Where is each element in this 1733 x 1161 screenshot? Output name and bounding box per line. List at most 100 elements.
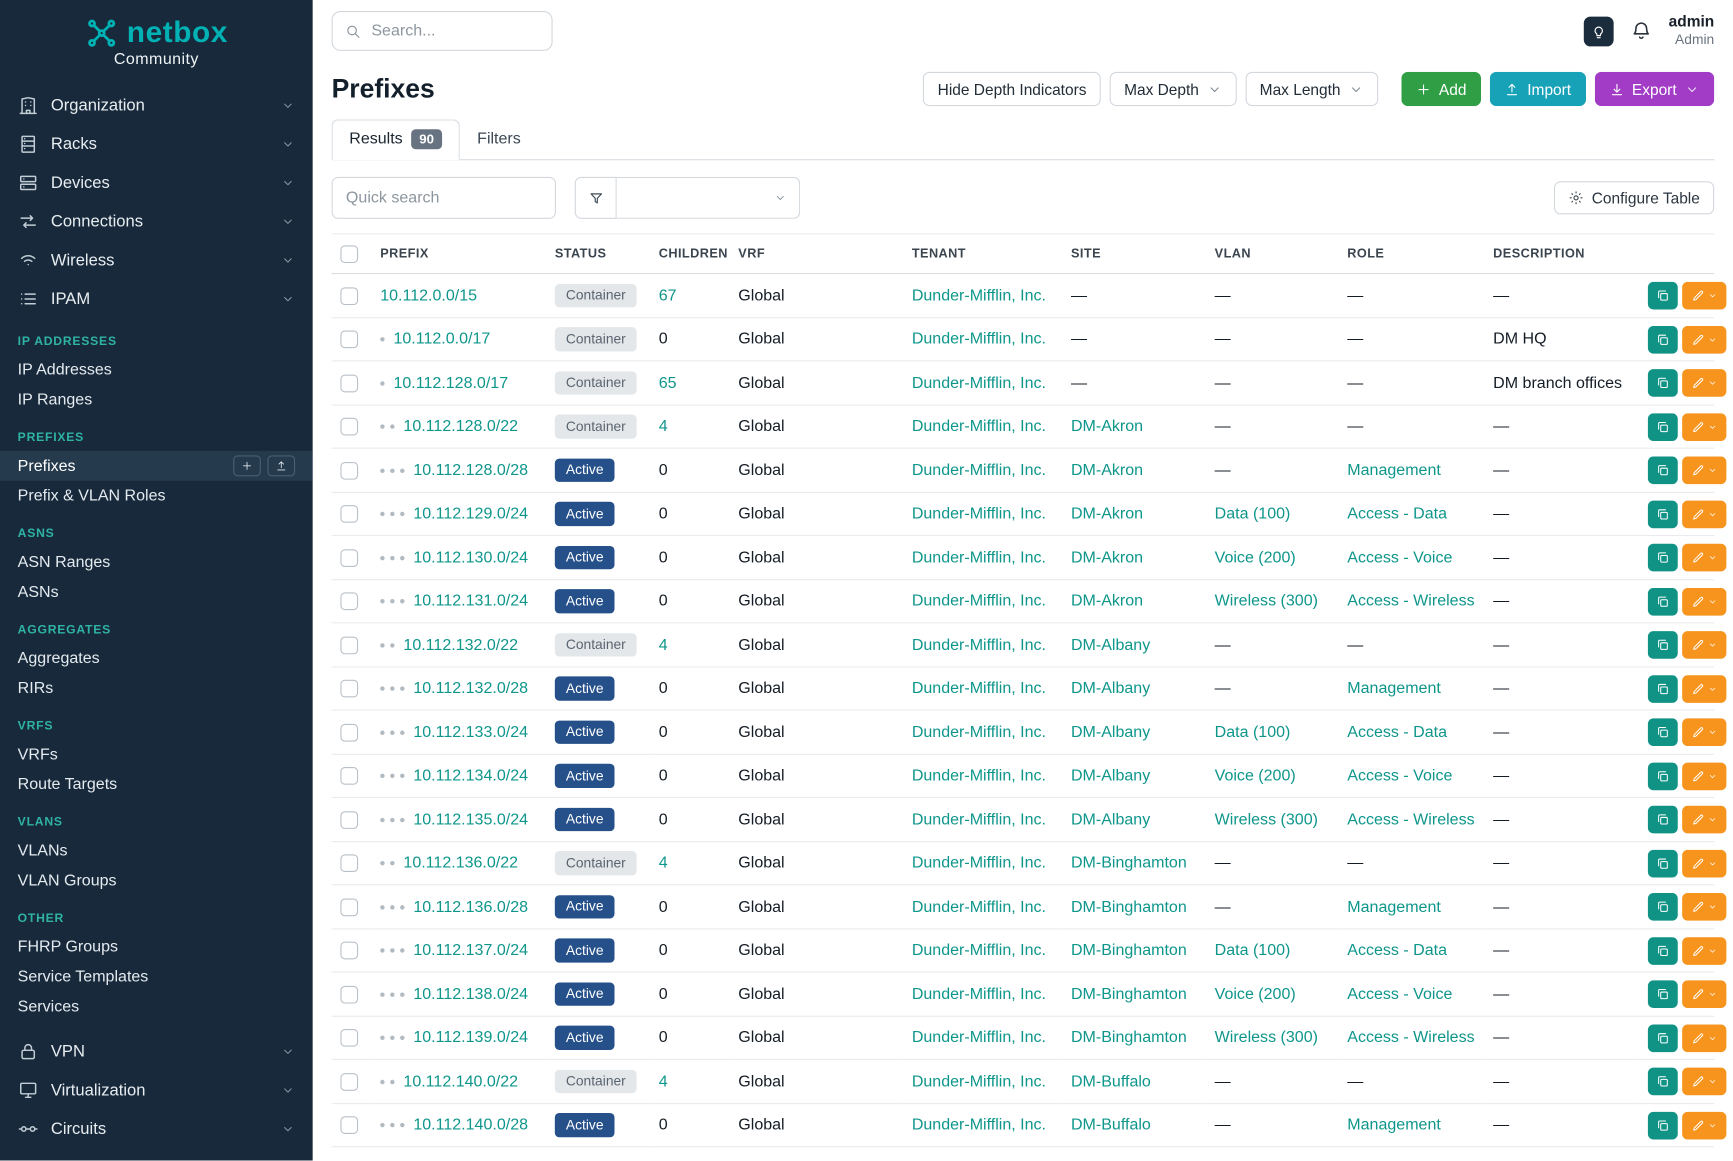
- tenant-link[interactable]: Dunder-Mifflin, Inc.: [912, 942, 1046, 960]
- copy-prefix-button[interactable]: [1648, 588, 1678, 616]
- row-checkbox[interactable]: [340, 1117, 358, 1135]
- edit-prefix-button[interactable]: [1682, 588, 1726, 616]
- prefix-link[interactable]: 10.112.131.0/24: [413, 593, 528, 611]
- role-link[interactable]: Access - Voice: [1347, 767, 1452, 785]
- sidebar-item-fhrp-groups[interactable]: FHRP Groups: [0, 932, 313, 962]
- sidebar-group-racks[interactable]: Racks: [0, 125, 313, 164]
- sidebar-item-vrfs[interactable]: VRFs: [0, 739, 313, 769]
- vlan-link[interactable]: Wireless (300): [1215, 1029, 1318, 1047]
- tenant-link[interactable]: Dunder-Mifflin, Inc.: [912, 1116, 1046, 1134]
- row-checkbox[interactable]: [340, 1073, 358, 1091]
- site-link[interactable]: DM-Albany: [1071, 724, 1150, 742]
- copy-prefix-button[interactable]: [1648, 457, 1678, 485]
- role-link[interactable]: Access - Wireless: [1347, 811, 1474, 829]
- role-link[interactable]: Access - Data: [1347, 724, 1447, 742]
- edit-prefix-button[interactable]: [1682, 1024, 1726, 1052]
- site-link[interactable]: DM-Akron: [1071, 418, 1143, 436]
- site-link[interactable]: DM-Albany: [1071, 636, 1150, 654]
- saved-filter-select[interactable]: [617, 177, 800, 219]
- edit-prefix-button[interactable]: [1682, 1111, 1726, 1139]
- vlan-link[interactable]: Data (100): [1215, 942, 1291, 960]
- copy-prefix-button[interactable]: [1648, 1024, 1678, 1052]
- site-link[interactable]: DM-Albany: [1071, 767, 1150, 785]
- sidebar-group-connections[interactable]: Connections: [0, 202, 313, 241]
- site-link[interactable]: DM-Buffalo: [1071, 1073, 1151, 1091]
- sidebar-item-rirs[interactable]: RIRs: [0, 673, 313, 703]
- role-link[interactable]: Access - Data: [1347, 505, 1447, 523]
- site-link[interactable]: DM-Albany: [1071, 811, 1150, 829]
- row-checkbox[interactable]: [340, 724, 358, 742]
- copy-prefix-button[interactable]: [1648, 500, 1678, 528]
- prefix-link[interactable]: 10.112.128.0/22: [403, 418, 518, 436]
- tenant-link[interactable]: Dunder-Mifflin, Inc.: [912, 374, 1046, 392]
- import-button[interactable]: Import: [1490, 72, 1586, 106]
- sidebar-item-route-targets[interactable]: Route Targets: [0, 769, 313, 799]
- site-link[interactable]: DM-Binghamton: [1071, 854, 1187, 872]
- row-checkbox[interactable]: [340, 549, 358, 567]
- copy-prefix-button[interactable]: [1648, 326, 1678, 354]
- tab-filters[interactable]: Filters: [459, 119, 538, 160]
- quick-search-input[interactable]: [332, 177, 556, 219]
- role-link[interactable]: Management: [1347, 680, 1441, 698]
- global-search-input[interactable]: [371, 22, 539, 40]
- copy-prefix-button[interactable]: [1648, 850, 1678, 878]
- role-link[interactable]: Access - Wireless: [1347, 1029, 1474, 1047]
- tenant-link[interactable]: Dunder-Mifflin, Inc.: [912, 593, 1046, 611]
- prefix-link[interactable]: 10.112.134.0/24: [413, 767, 528, 785]
- edit-prefix-button[interactable]: [1682, 544, 1726, 572]
- site-link[interactable]: DM-Binghamton: [1071, 898, 1187, 916]
- tenant-link[interactable]: Dunder-Mifflin, Inc.: [912, 287, 1046, 305]
- column-header-children[interactable]: CHILDREN: [650, 234, 730, 274]
- select-all-checkbox[interactable]: [340, 246, 358, 264]
- brand[interactable]: netbox Community: [0, 0, 313, 73]
- prefix-link[interactable]: 10.112.0.0/17: [393, 331, 490, 349]
- row-checkbox[interactable]: [340, 636, 358, 654]
- children-count-link[interactable]: 4: [659, 418, 668, 436]
- row-checkbox[interactable]: [340, 593, 358, 611]
- sidebar-item-ip-addresses[interactable]: IP Addresses: [0, 355, 313, 385]
- tenant-link[interactable]: Dunder-Mifflin, Inc.: [912, 985, 1046, 1003]
- prefix-link[interactable]: 10.112.132.0/22: [403, 636, 518, 654]
- prefix-link[interactable]: 10.112.140.0/28: [413, 1116, 528, 1134]
- column-header-prefix[interactable]: PREFIX: [371, 234, 546, 274]
- global-search[interactable]: [332, 11, 553, 51]
- max-length-dropdown[interactable]: Max Length: [1245, 72, 1378, 106]
- site-link[interactable]: DM-Akron: [1071, 505, 1143, 523]
- configure-table-button[interactable]: Configure Table: [1554, 182, 1714, 215]
- edit-prefix-button[interactable]: [1682, 326, 1726, 354]
- vlan-link[interactable]: Voice (200): [1215, 549, 1296, 567]
- vlan-link[interactable]: Data (100): [1215, 505, 1291, 523]
- sidebar-group-wireless[interactable]: Wireless: [0, 241, 313, 280]
- tenant-link[interactable]: Dunder-Mifflin, Inc.: [912, 680, 1046, 698]
- children-count-link[interactable]: 4: [659, 854, 668, 872]
- column-header-description[interactable]: DESCRIPTION: [1484, 234, 1639, 274]
- sidebar-item-asns[interactable]: ASNs: [0, 577, 313, 607]
- edit-prefix-button[interactable]: [1682, 719, 1726, 747]
- row-checkbox[interactable]: [340, 680, 358, 698]
- edit-prefix-button[interactable]: [1682, 762, 1726, 790]
- role-link[interactable]: Management: [1347, 1116, 1441, 1134]
- role-link[interactable]: Access - Voice: [1347, 985, 1452, 1003]
- prefix-link[interactable]: 10.112.130.0/24: [413, 549, 528, 567]
- tab-results[interactable]: Results 90: [332, 119, 460, 160]
- copy-prefix-button[interactable]: [1648, 762, 1678, 790]
- prefix-link[interactable]: 10.112.138.0/24: [413, 985, 528, 1003]
- role-link[interactable]: Access - Voice: [1347, 549, 1452, 567]
- add-button[interactable]: Add: [1401, 72, 1480, 106]
- sidebar-item-vlans[interactable]: VLANs: [0, 836, 313, 866]
- copy-prefix-button[interactable]: [1648, 282, 1678, 310]
- export-dropdown[interactable]: Export: [1594, 72, 1714, 106]
- prefix-link[interactable]: 10.112.0.0/15: [380, 287, 477, 305]
- prefix-link[interactable]: 10.112.133.0/24: [413, 724, 528, 742]
- edit-prefix-button[interactable]: [1682, 282, 1726, 310]
- sidebar-item-ip-ranges[interactable]: IP Ranges: [0, 385, 313, 415]
- tenant-link[interactable]: Dunder-Mifflin, Inc.: [912, 505, 1046, 523]
- copy-prefix-button[interactable]: [1648, 1068, 1678, 1096]
- copy-prefix-button[interactable]: [1648, 980, 1678, 1008]
- role-link[interactable]: Access - Data: [1347, 942, 1447, 960]
- vlan-link[interactable]: Voice (200): [1215, 767, 1296, 785]
- copy-prefix-button[interactable]: [1648, 631, 1678, 659]
- edit-prefix-button[interactable]: [1682, 500, 1726, 528]
- prefix-link[interactable]: 10.112.132.0/28: [413, 680, 528, 698]
- edit-prefix-button[interactable]: [1682, 893, 1726, 921]
